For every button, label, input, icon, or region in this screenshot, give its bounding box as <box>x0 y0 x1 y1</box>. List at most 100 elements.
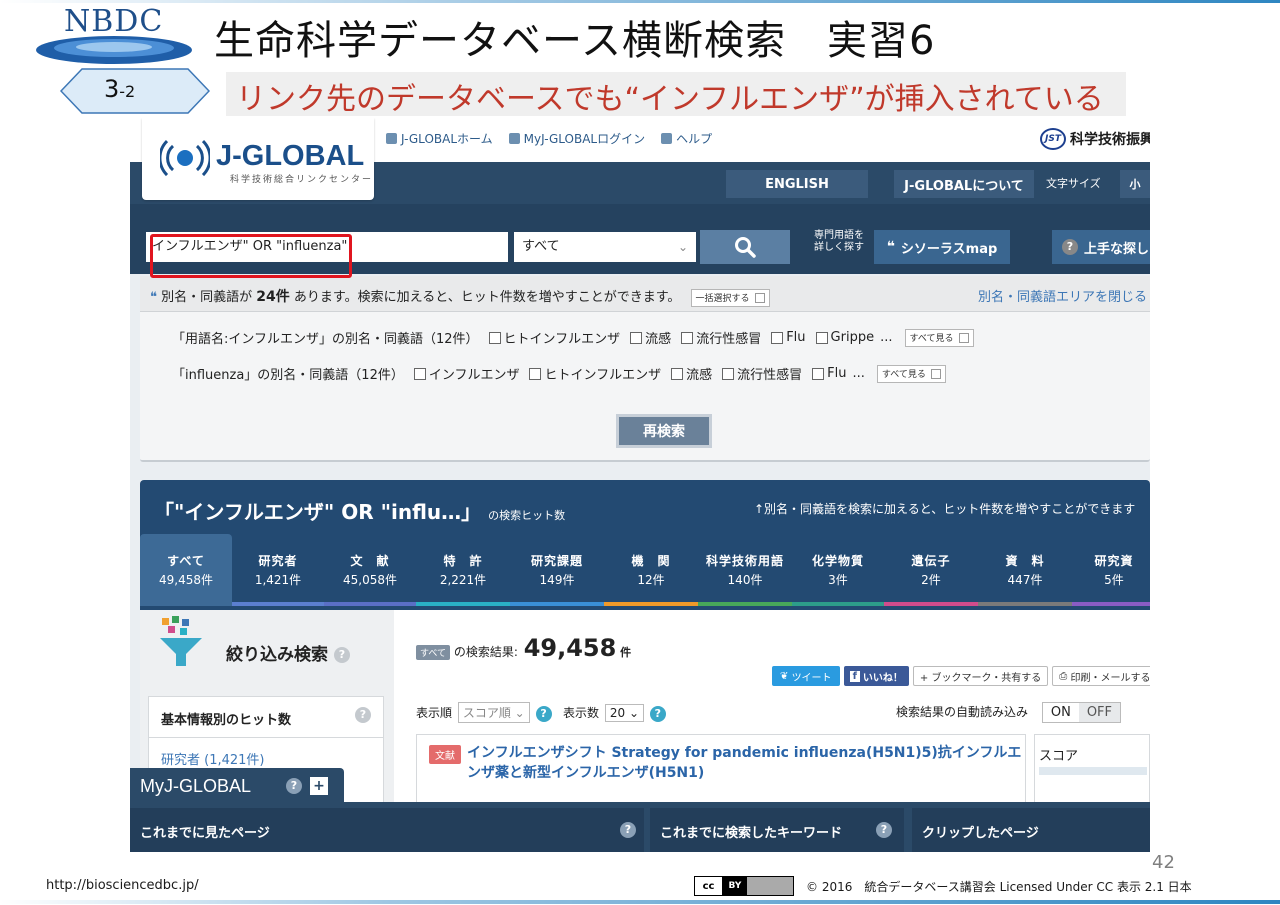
synonym-checkbox[interactable]: Grippe <box>815 330 875 345</box>
myjglobal-tab[interactable]: MyJ-GLOBAL ? + <box>130 768 344 804</box>
category-count: 5件 <box>1104 573 1124 587</box>
category-tab[interactable]: 文 献 45,058件 <box>324 544 416 606</box>
searched-keywords-label: これまでに検索したキーワード <box>660 826 843 841</box>
searched-keywords-section[interactable]: これまでに検索したキーワード ? <box>650 808 904 852</box>
synonym-term: 流感 <box>686 368 713 383</box>
question-icon[interactable]: ? <box>620 822 636 838</box>
synonym-term: ヒトインフルエンザ <box>544 368 662 383</box>
footer-url[interactable]: http://biosciencedbc.jp/ <box>46 878 199 893</box>
jglobal-screenshot: J-GLOBAL 科学技術総合リンクセンター J-GLOBALホーム MyJ-G… <box>130 118 1150 852</box>
category-tab[interactable]: 化学物質 3件 <box>792 544 884 606</box>
synonym-checkbox[interactable]: 流行性感冒 <box>722 364 802 383</box>
result-title-link[interactable]: インフルエンザシフト Strategy for pandemic influen… <box>467 743 1027 783</box>
category-tab[interactable]: 科学技術用語 140件 <box>698 544 792 606</box>
synonym-checkbox[interactable]: ヒトインフルエンザ <box>488 328 620 347</box>
checkbox-icon <box>413 367 426 380</box>
category-tab[interactable]: 機 関 12件 <box>604 544 698 606</box>
login-link[interactable]: MyJ-GLOBALログイン <box>508 130 645 147</box>
per-page-select[interactable]: 20 ⌄ <box>604 704 645 722</box>
category-count: 3件 <box>828 573 848 587</box>
search-button[interactable] <box>700 230 790 264</box>
like-button[interactable]: f いいね！ <box>843 666 909 686</box>
category-color-bar <box>416 602 510 606</box>
question-icon[interactable]: ? <box>286 778 302 794</box>
about-button[interactable]: J-GLOBALについて <box>894 170 1034 198</box>
slide-title: 生命科学データベース横断検索 実習6 <box>214 18 936 64</box>
category-tab[interactable]: 研究者 1,421件 <box>232 544 324 606</box>
synonym-row-1: 「用語名:インフルエンザ」の別名・同義語（12件） ヒトインフルエンザ 流感 流… <box>172 328 974 347</box>
synonym-checkbox[interactable]: Flu <box>812 366 846 381</box>
synonym-checkbox[interactable]: ヒトインフルエンザ <box>529 364 661 383</box>
thesaurus-map-button[interactable]: ❝ シソーラスmap <box>874 230 1010 264</box>
sort-select[interactable]: スコア順 ⌄ <box>457 702 530 723</box>
jglobal-logo[interactable]: J-GLOBAL 科学技術総合リンクセンター <box>142 118 374 200</box>
category-label: 特 許 <box>443 554 483 568</box>
cc-license-badge: cc BY <box>694 876 794 896</box>
category-tab[interactable]: 特 許 2,221件 <box>416 544 510 606</box>
synonym-row2-label: 「influenza」の別名・同義語（12件） <box>172 368 404 383</box>
jst-logo[interactable]: JST 科学技術振興 <box>1040 128 1150 150</box>
facebook-icon: f <box>849 670 860 682</box>
question-icon[interactable]: ? <box>649 705 666 722</box>
question-icon[interactable]: ? <box>333 647 350 663</box>
help-link[interactable]: ヘルプ <box>661 130 712 147</box>
score-box: スコア <box>1034 734 1150 806</box>
autoload-off[interactable]: OFF <box>1078 703 1120 722</box>
category-tab[interactable]: 遺伝子 2件 <box>884 544 978 606</box>
printer-icon: ⎙ <box>1059 670 1071 682</box>
tweet-button[interactable]: ❦ ツイート <box>772 666 840 686</box>
question-icon[interactable]: ? <box>876 822 892 838</box>
category-color-bar <box>232 602 324 606</box>
checkbox-icon <box>671 367 684 380</box>
print-button[interactable]: ⎙ 印刷・メールする <box>1052 666 1150 686</box>
synonym-checkbox[interactable]: インフルエンザ <box>413 364 519 383</box>
checkbox-icon <box>754 292 765 303</box>
category-label: 遺伝子 <box>911 554 951 568</box>
select-all-button[interactable]: 一括選択する <box>690 288 770 307</box>
question-icon[interactable]: ? <box>535 705 552 722</box>
font-size-small-button[interactable]: 小 <box>1120 170 1150 198</box>
all-tag: すべて <box>416 645 451 660</box>
search-tips-button[interactable]: ? 上手な探し <box>1052 230 1150 264</box>
result-item[interactable]: 文献 インフルエンザシフト Strategy for pandemic infl… <box>416 734 1026 806</box>
synonym-checkbox[interactable]: 流行性感冒 <box>681 328 761 347</box>
bookmark-button[interactable]: + ブックマーク・共有する <box>912 666 1049 686</box>
category-label: 化学物質 <box>811 554 864 568</box>
research-button[interactable]: 再検索 <box>616 414 712 448</box>
footer-license: © 2016 統合データベース講習会 Licensed Under CC 表示 … <box>806 880 1192 894</box>
synonym-checkbox[interactable]: 流感 <box>630 328 671 347</box>
category-tab[interactable]: 研究資 5件 <box>1072 544 1150 606</box>
see-all-button[interactable]: すべて見る <box>876 364 946 383</box>
category-tab[interactable]: 資 料 447件 <box>978 544 1072 606</box>
top-links: J-GLOBALホーム MyJ-GLOBALログイン ヘルプ <box>386 130 712 147</box>
synonym-checkbox[interactable]: 流感 <box>671 364 712 383</box>
researcher-filter-link[interactable]: 研究者 (1,421件) <box>161 749 265 768</box>
clipped-pages-label: クリップしたページ <box>922 826 1039 841</box>
category-label: 科学技術用語 <box>705 554 784 568</box>
close-synonym-link[interactable]: 別名・同義語エリアを閉じる <box>978 286 1147 305</box>
category-color-bar <box>1072 602 1150 606</box>
synonym-panel: ❝ 別名・同義語が 24件 あります。検索に加えると、ヒット件数を増やすことがで… <box>140 276 1150 462</box>
see-all-button[interactable]: すべて見る <box>904 328 974 347</box>
category-tab[interactable]: すべて 49,458件 <box>140 534 232 606</box>
synonym-checkbox[interactable]: Flu <box>771 330 806 345</box>
question-icon[interactable]: ? <box>355 707 371 723</box>
category-label: 研究資 <box>1094 554 1134 568</box>
synonym-term: Grippe <box>830 330 875 345</box>
sort-row: 表示順 スコア順 ⌄ ? 表示数 20 ⌄ ? 検索結果の自動読み込み ON O… <box>416 702 1150 723</box>
category-color-bar <box>792 602 884 606</box>
clipped-pages-section[interactable]: クリップしたページ <box>912 808 1150 852</box>
english-button[interactable]: ENGLISH <box>726 170 868 198</box>
category-tab[interactable]: 研究課題 149件 <box>510 544 604 606</box>
nbdc-logo: NBDC <box>34 4 212 72</box>
autoload-toggle[interactable]: ON OFF <box>1041 702 1121 723</box>
viewed-pages-section[interactable]: これまでに見たページ ? <box>130 808 644 852</box>
divider <box>149 737 383 738</box>
category-label: 資 料 <box>1005 554 1045 568</box>
scope-select[interactable]: すべて ⌄ <box>514 232 696 262</box>
category-color-bar <box>604 602 698 606</box>
plus-icon[interactable]: + <box>310 777 328 795</box>
home-link[interactable]: J-GLOBALホーム <box>386 130 493 147</box>
autoload-on[interactable]: ON <box>1042 703 1079 722</box>
highlight-box <box>150 234 352 278</box>
